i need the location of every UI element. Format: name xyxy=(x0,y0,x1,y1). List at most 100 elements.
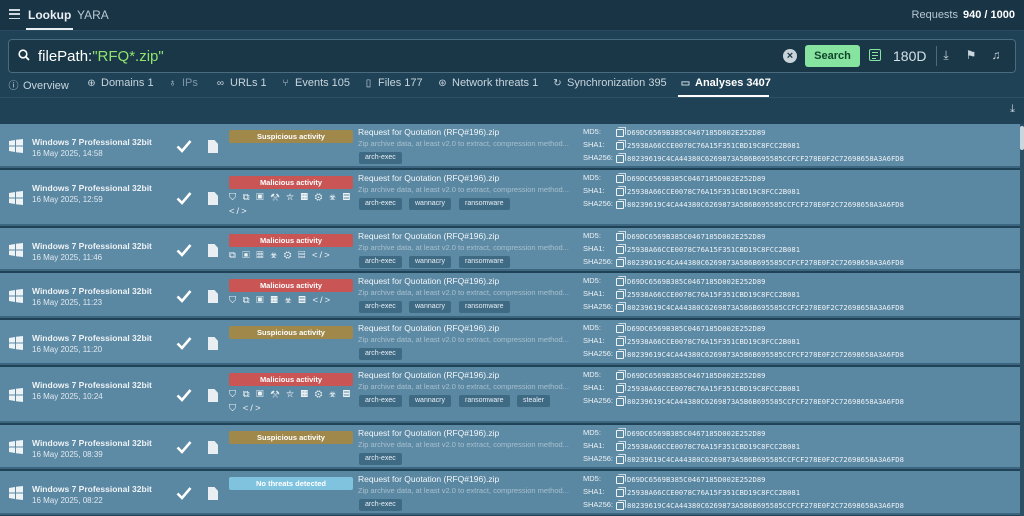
md5-value[interactable]: D69DC6569B385C0467185D002E252D89 xyxy=(616,232,765,241)
copy-icon[interactable] xyxy=(616,443,624,451)
copy-icon[interactable] xyxy=(616,476,624,484)
copy-icon[interactable] xyxy=(616,304,624,312)
tag[interactable]: ransomware xyxy=(459,198,510,210)
tab-synchronization[interactable]: ↻ Synchronization 395 xyxy=(552,77,666,89)
scrollbar-thumb[interactable] xyxy=(1020,126,1024,150)
sha256-value[interactable]: 80239619C4CA44380C6269873A5B6B695585CCFC… xyxy=(616,455,904,464)
file-name[interactable]: Request for Quotation (RFQ#196).zip xyxy=(358,323,499,333)
tag[interactable]: wannacry xyxy=(409,198,451,210)
filter-icon[interactable] xyxy=(869,49,881,61)
copy-icon[interactable] xyxy=(616,246,624,254)
copy-icon[interactable] xyxy=(616,456,624,464)
copy-icon[interactable] xyxy=(616,175,624,183)
tag[interactable]: wannacry xyxy=(409,301,451,313)
sha1-value[interactable]: 25938A66CCE0078C76A15F351CBD19C8FCC2B081 xyxy=(616,290,800,299)
copy-icon[interactable] xyxy=(616,259,624,267)
copy-icon[interactable] xyxy=(616,325,624,333)
period-selector[interactable]: 180D xyxy=(893,48,926,64)
tag[interactable]: arch-exec xyxy=(359,256,402,268)
tag[interactable]: arch-exec xyxy=(359,453,402,465)
tab-urls[interactable]: ∞ URLs 1 xyxy=(215,77,267,89)
file-name[interactable]: Request for Quotation (RFQ#196).zip xyxy=(358,173,499,183)
tab-events[interactable]: ⑂ Events 105 xyxy=(280,77,351,89)
sha256-value[interactable]: 80239619C4CA44380C6269873A5B6B695585CCFC… xyxy=(616,350,904,359)
bell-icon[interactable]: ♫ xyxy=(989,48,1003,62)
tag[interactable]: ransomware xyxy=(459,301,510,313)
result-row[interactable]: Windows 7 Professional 32bit 16 May 2025,… xyxy=(0,367,1020,423)
sha256-value[interactable]: 80239619C4CA44380C6269873A5B6B695585CCFC… xyxy=(616,154,904,163)
file-name[interactable]: Request for Quotation (RFQ#196).zip xyxy=(358,231,499,241)
result-row[interactable]: Windows 7 Professional 32bit 16 May 2025,… xyxy=(0,425,1020,469)
tag[interactable]: ransomware xyxy=(459,256,510,268)
download-icon[interactable]: ⤓ xyxy=(1010,103,1015,116)
bookmark-icon[interactable]: ⚑ xyxy=(964,48,978,62)
copy-icon[interactable] xyxy=(616,142,624,150)
md5-value[interactable]: D69DC6569B385C0467185D002E252D89 xyxy=(616,429,765,438)
tab-overview[interactable]: ⓘ Overview xyxy=(8,77,69,92)
tag[interactable]: arch-exec xyxy=(359,198,402,210)
md5-value[interactable]: D69DC6569B385C0467185D002E252D89 xyxy=(616,174,765,183)
result-row[interactable]: Windows 7 Professional 32bit 16 May 2025,… xyxy=(0,228,1020,271)
md5-value[interactable]: D69DC6569B385C0467185D002E252D89 xyxy=(616,475,765,484)
md5-value[interactable]: D69DC6569B385C0467185D002E252D89 xyxy=(616,277,765,286)
tab-ips[interactable]: ♁ IPs xyxy=(167,77,198,89)
file-name[interactable]: Request for Quotation (RFQ#196).zip xyxy=(358,370,499,380)
tab-files[interactable]: ▯ Files 177 xyxy=(363,77,423,89)
tag[interactable]: arch-exec xyxy=(359,301,402,313)
sha256-value[interactable]: 80239619C4CA44380C6269873A5B6B695585CCFC… xyxy=(616,501,904,510)
copy-icon[interactable] xyxy=(616,385,624,393)
md5-value[interactable]: D69DC6569B385C0467185D002E252D89 xyxy=(616,371,765,380)
copy-icon[interactable] xyxy=(616,155,624,163)
copy-icon[interactable] xyxy=(616,291,624,299)
sha256-value[interactable]: 80239619C4CA44380C6269873A5B6B695585CCFC… xyxy=(616,200,904,209)
result-row[interactable]: Windows 7 Professional 32bit 16 May 2025,… xyxy=(0,320,1020,365)
file-name[interactable]: Request for Quotation (RFQ#196).zip xyxy=(358,127,499,137)
sha256-value[interactable]: 80239619C4CA44380C6269873A5B6B695585CCFC… xyxy=(616,303,904,312)
copy-icon[interactable] xyxy=(616,372,624,380)
sha1-value[interactable]: 25938A66CCE0078C76A15F351CBD19C8FCC2B081 xyxy=(616,488,800,497)
tag[interactable]: arch-exec xyxy=(359,152,402,164)
result-row[interactable]: Windows 7 Professional 32bit 16 May 2025,… xyxy=(0,124,1020,168)
tab-domains[interactable]: ⊕ Domains 1 xyxy=(86,77,153,89)
sha1-value[interactable]: 25938A66CCE0078C76A15F351CBD19C8FCC2B081 xyxy=(616,141,800,150)
copy-icon[interactable] xyxy=(616,338,624,346)
sha256-value[interactable]: 80239619C4CA44380C6269873A5B6B695585CCFC… xyxy=(616,258,904,267)
scrollbar[interactable] xyxy=(1020,124,1024,516)
copy-icon[interactable] xyxy=(616,502,624,510)
copy-icon[interactable] xyxy=(616,201,624,209)
file-name[interactable]: Request for Quotation (RFQ#196).zip xyxy=(358,474,499,484)
tag[interactable]: ransomware xyxy=(459,395,510,407)
file-name[interactable]: Request for Quotation (RFQ#196).zip xyxy=(358,428,499,438)
tag[interactable]: stealer xyxy=(517,395,551,407)
result-row[interactable]: Windows 7 Professional 32bit 16 May 2025,… xyxy=(0,471,1020,515)
tab-lookup[interactable]: Lookup xyxy=(25,8,74,30)
tab-analyses[interactable]: ▭ Analyses 3407 xyxy=(680,77,771,89)
copy-icon[interactable] xyxy=(616,188,624,196)
sha256-value[interactable]: 80239619C4CA44380C6269873A5B6B695585CCFC… xyxy=(616,397,904,406)
tag[interactable]: arch-exec xyxy=(359,395,402,407)
search-input[interactable]: filePath:"RFQ*.zip" xyxy=(38,48,164,65)
copy-icon[interactable] xyxy=(616,489,624,497)
file-name[interactable]: Request for Quotation (RFQ#196).zip xyxy=(358,276,499,286)
sha1-value[interactable]: 25938A66CCE0078C76A15F351CBD19C8FCC2B081 xyxy=(616,245,800,254)
copy-icon[interactable] xyxy=(616,398,624,406)
tab-yara[interactable]: YARA xyxy=(77,8,109,22)
md5-value[interactable]: D69DC6569B385C0467185D002E252D89 xyxy=(616,128,765,137)
tag[interactable]: arch-exec xyxy=(359,499,402,511)
tab-network-threats[interactable]: ⊛ Network threats 1 xyxy=(437,77,538,89)
md5-value[interactable]: D69DC6569B385C0467185D002E252D89 xyxy=(616,324,765,333)
menu-icon[interactable] xyxy=(9,9,20,20)
download-icon[interactable]: ⤓ xyxy=(939,48,953,62)
sha1-value[interactable]: 25938A66CCE0078C76A15F351CBD19C8FCC2B081 xyxy=(616,442,800,451)
sha1-value[interactable]: 25938A66CCE0078C76A15F351CBD19C8FCC2B081 xyxy=(616,384,800,393)
tag[interactable]: arch-exec xyxy=(359,348,402,360)
copy-icon[interactable] xyxy=(616,129,624,137)
copy-icon[interactable] xyxy=(616,351,624,359)
tag[interactable]: wannacry xyxy=(409,395,451,407)
result-row[interactable]: Windows 7 Professional 32bit 16 May 2025,… xyxy=(0,273,1020,318)
search-bar[interactable]: filePath:"RFQ*.zip" × Search 180D ⤓ ⚑ ♫ xyxy=(8,39,1016,73)
copy-icon[interactable] xyxy=(616,233,624,241)
copy-icon[interactable] xyxy=(616,278,624,286)
result-row[interactable]: Windows 7 Professional 32bit 16 May 2025,… xyxy=(0,170,1020,226)
copy-icon[interactable] xyxy=(616,430,624,438)
